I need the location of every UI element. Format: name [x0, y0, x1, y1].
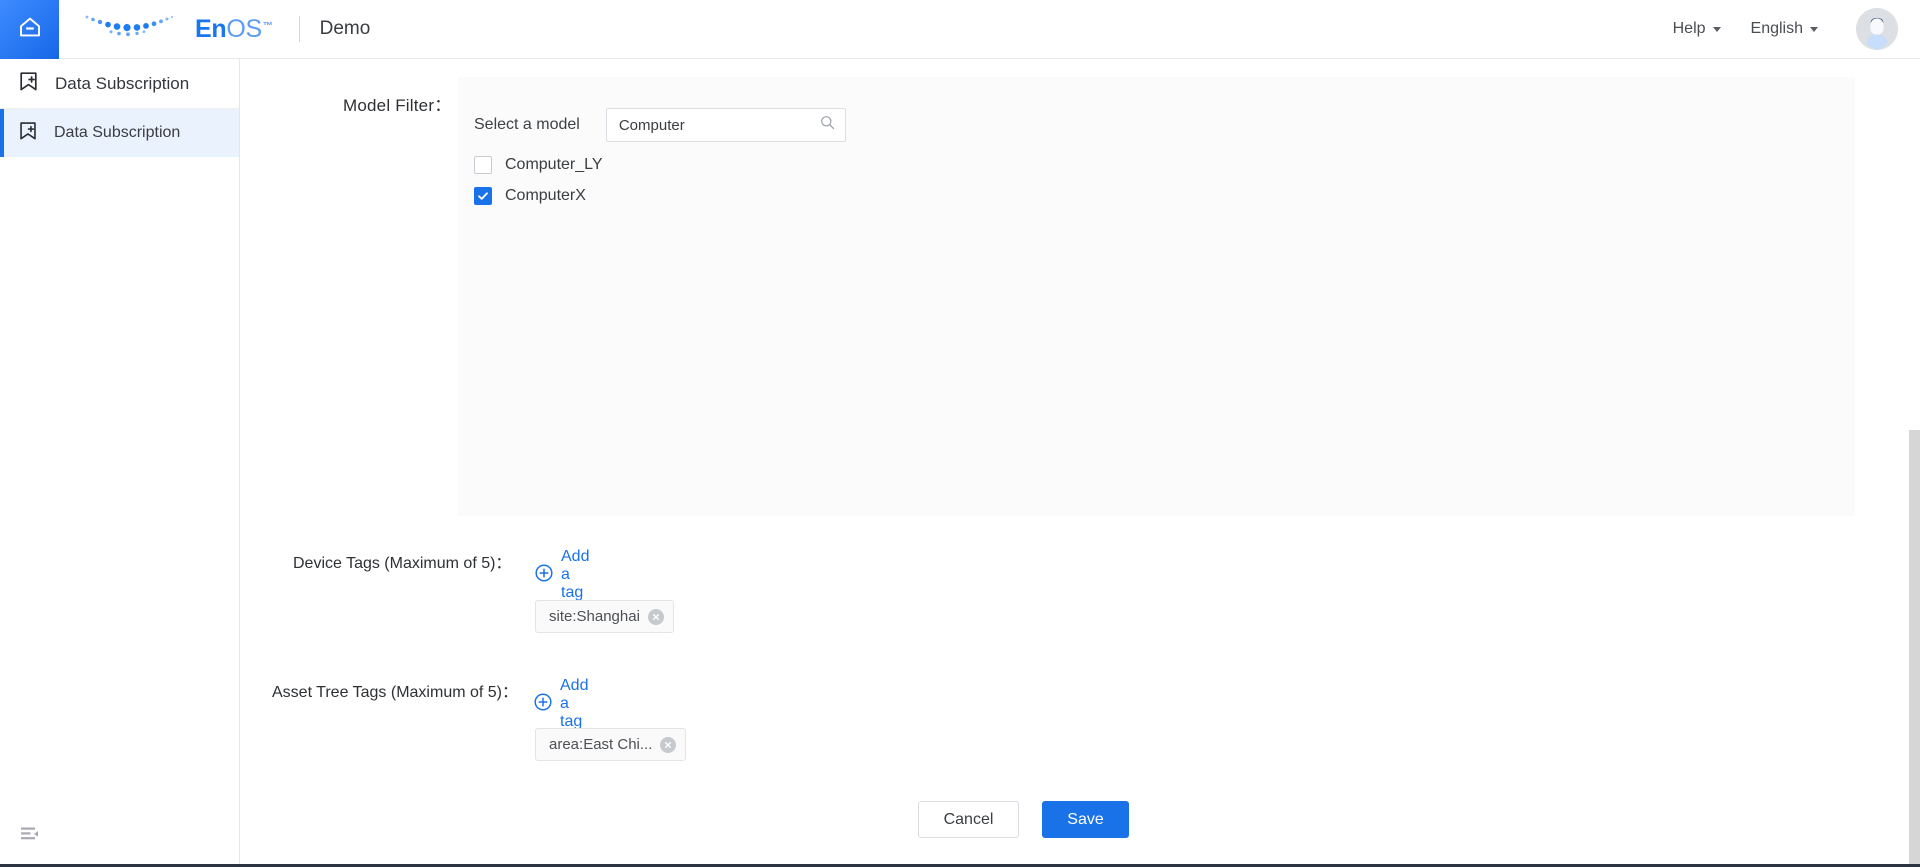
select-a-model-label: Select a model	[474, 116, 580, 133]
language-menu[interactable]: English	[1751, 20, 1818, 38]
sidebar-group-data-subscription[interactable]: Data Subscription	[0, 59, 239, 109]
model-filter-panel: Select a model Computer Computer_LY Comp…	[458, 77, 1855, 516]
model-search-box[interactable]	[605, 108, 846, 142]
bookmark-plus-icon	[18, 71, 39, 97]
device-tags-add-label: Add a tag	[561, 548, 590, 601]
home-button[interactable]	[0, 0, 59, 59]
cancel-button[interactable]: Cancel	[918, 801, 1019, 838]
search-icon[interactable]	[820, 115, 835, 135]
sidebar: Data Subscription Data Subscription	[0, 59, 240, 867]
model-option-label: ComputerX	[505, 187, 586, 204]
sidebar-item-data-subscription[interactable]: Data Subscription	[0, 109, 239, 157]
brand-tm: ™	[262, 20, 273, 32]
vertical-scrollbar[interactable]	[1909, 430, 1920, 867]
language-label: English	[1750, 20, 1803, 37]
device-tags-label: Device Tags (Maximum of 5)：	[293, 555, 512, 572]
main-content: Model Filter： Select a model Computer Co…	[241, 59, 1920, 867]
home-icon	[17, 14, 43, 45]
enos-swoosh-icon	[81, 10, 193, 49]
brand-divider	[298, 16, 300, 42]
brand-os: OS	[226, 14, 262, 43]
chevron-down-icon	[1712, 26, 1721, 32]
sidebar-item-label: Data Subscription	[54, 124, 181, 141]
top-bar: En OS ™ Demo Help English	[0, 0, 1920, 59]
form-actions: Cancel Save	[918, 801, 1129, 838]
device-tag-chip[interactable]: site:Shanghai	[535, 600, 674, 633]
scroll-area: Model Filter： Select a model Computer Co…	[241, 59, 1920, 867]
collapse-sidebar-button[interactable]	[18, 825, 42, 849]
model-option-computer-ly[interactable]: Computer_LY	[474, 156, 603, 174]
bookmark-plus-icon	[18, 121, 38, 146]
close-circle-icon[interactable]	[660, 736, 677, 753]
search-input[interactable]	[618, 116, 820, 134]
model-select-row: Select a model	[474, 108, 846, 142]
asset-tree-tag-chip[interactable]: area:East Chi...	[535, 728, 687, 761]
avatar[interactable]	[1856, 8, 1898, 50]
brand-logo[interactable]: En OS ™	[81, 0, 273, 59]
checkbox-unchecked-icon[interactable]	[474, 156, 492, 174]
sidebar-group-label: Data Subscription	[55, 73, 190, 93]
model-option-label: Computer_LY	[505, 156, 603, 173]
save-button[interactable]: Save	[1042, 801, 1129, 838]
plus-circle-icon	[535, 563, 553, 587]
asset-tree-tags-add-label: Add a tag	[560, 677, 589, 730]
brand-en: En	[195, 14, 227, 43]
product-name: Demo	[319, 18, 371, 39]
help-label: Help	[1672, 20, 1706, 37]
model-filter-label: Model Filter：	[343, 96, 452, 115]
model-option-computerx[interactable]: ComputerX	[474, 187, 586, 205]
checkbox-checked-icon[interactable]	[474, 187, 492, 205]
plus-circle-icon	[534, 692, 552, 716]
chevron-down-icon	[1810, 26, 1818, 32]
close-circle-icon[interactable]	[647, 608, 664, 625]
asset-tree-tags-add-button[interactable]: Add a tag	[534, 677, 588, 731]
collapse-sidebar-icon	[20, 826, 40, 849]
device-tag-chip-text: site:Shanghai	[549, 608, 640, 625]
asset-tree-tags-label: Asset Tree Tags (Maximum of 5)：	[272, 684, 519, 701]
asset-tree-tag-chip-text: area:East Chi...	[549, 736, 653, 753]
enos-wordmark: En OS ™	[195, 15, 273, 44]
top-bar-right: Help English	[1673, 8, 1920, 50]
help-menu[interactable]: Help	[1673, 20, 1721, 38]
device-tags-add-button[interactable]: Add a tag	[535, 548, 589, 602]
